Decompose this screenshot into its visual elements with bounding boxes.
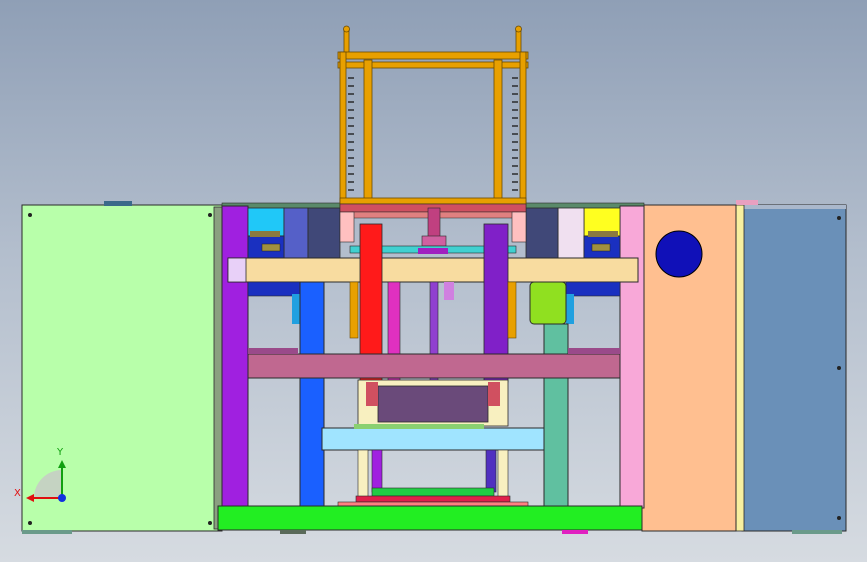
upper-left-blocks	[247, 207, 341, 261]
blue-column	[299, 281, 325, 509]
lift-frame	[337, 25, 529, 209]
motor-icon	[655, 230, 703, 278]
mauve-beam	[247, 353, 621, 379]
light-blue-plate	[321, 427, 545, 451]
lime-cylinder	[529, 281, 567, 325]
work-holder	[357, 379, 509, 427]
y-axis-label: Y	[56, 447, 64, 458]
left-column	[221, 205, 249, 509]
right-cabinet	[733, 200, 847, 534]
right-column	[619, 205, 645, 509]
machine-base	[217, 505, 643, 531]
upper-right-blocks	[525, 207, 621, 261]
teal-column	[543, 323, 569, 509]
tan-beam	[227, 257, 639, 283]
x-axis-label: X	[14, 488, 21, 499]
cad-viewport[interactable]: Y X	[0, 0, 867, 562]
assembly-drawing: Y X	[14, 25, 847, 534]
orange-side-panel	[641, 204, 737, 532]
lift-springs	[348, 77, 518, 191]
